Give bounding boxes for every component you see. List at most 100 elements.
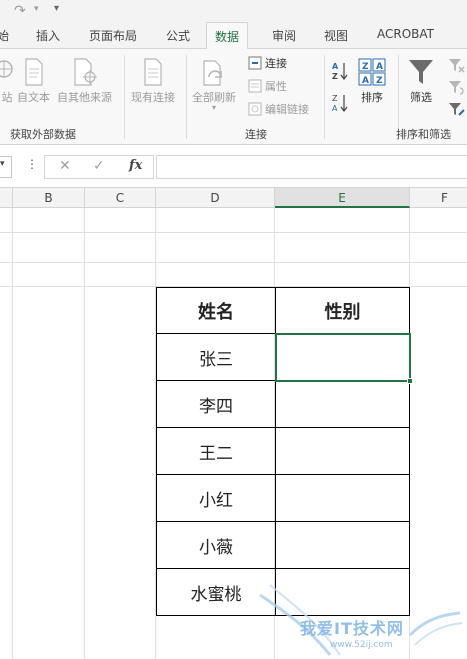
name-cell[interactable]: 李四 (156, 380, 276, 428)
sort-za-icon: Z A (332, 94, 348, 113)
sort-az-icon: A Z (332, 62, 348, 81)
connections-label: 连接 (265, 57, 287, 70)
connections-icon (248, 56, 262, 70)
advanced-filter-icon (449, 103, 465, 116)
column-header-a[interactable] (0, 188, 13, 208)
refresh-all-button[interactable]: 全部刷新 ▾ (192, 57, 236, 112)
text-file-icon (24, 58, 43, 86)
table-row: 李四 (156, 380, 410, 428)
from-text-button[interactable]: 自文本 (17, 57, 50, 105)
quick-access-toolbar: ↷ ▾ ▾ (0, 0, 467, 22)
gridline (12, 208, 13, 659)
tab-formulas[interactable]: 公式 (166, 27, 190, 44)
table-row: 小薇 (156, 521, 410, 569)
svg-text:Z: Z (332, 72, 338, 81)
gender-cell[interactable] (275, 427, 410, 475)
name-cell[interactable]: 小红 (156, 474, 276, 522)
header-cell-name[interactable]: 姓名 (156, 287, 276, 334)
column-header-e[interactable]: E (275, 188, 410, 208)
from-web-button[interactable]: 站 (0, 57, 18, 105)
ribbon-separator (324, 55, 325, 139)
redo-icon[interactable]: ↷ (14, 3, 26, 19)
sort-dialog-icon: Z A A Z (358, 58, 386, 86)
formula-bar: ▾ ⋮ ✕ ✓ fx (0, 146, 467, 188)
edit-links-button[interactable]: 编辑链接 (248, 101, 309, 119)
get-external-data-group-label: 获取外部数据 (10, 128, 76, 141)
properties-icon (248, 79, 262, 93)
svg-text:A: A (362, 76, 369, 86)
ribbon-separator (124, 55, 125, 139)
header-cell-gender[interactable]: 性别 (275, 287, 410, 334)
properties-label: 属性 (265, 80, 287, 93)
web-icon (0, 60, 13, 78)
column-header-d[interactable]: D (156, 188, 275, 208)
tab-page-layout[interactable]: 页面布局 (89, 27, 137, 44)
filter-label: 筛选 (410, 91, 432, 104)
gender-cell[interactable] (275, 380, 410, 428)
svg-text:Z: Z (332, 94, 338, 103)
sort-button[interactable]: Z A A Z 排序 (357, 57, 387, 105)
formula-input[interactable] (156, 155, 467, 179)
redo-dropdown-icon[interactable]: ▾ (34, 4, 39, 14)
sort-label: 排序 (361, 91, 383, 104)
gender-cell[interactable] (275, 521, 410, 569)
name-cell[interactable]: 张三 (156, 333, 276, 381)
enter-icon[interactable]: ✓ (93, 158, 105, 174)
customize-toolbar-icon[interactable]: ▾ (54, 3, 59, 14)
watermark-title: 我爱IT技术网 (300, 619, 404, 638)
sort-az-button[interactable]: A Z (332, 61, 348, 84)
clear-filter-icon (449, 59, 465, 73)
from-other-sources-button[interactable]: 自其他来源 (57, 57, 112, 105)
gender-cell[interactable] (275, 474, 410, 522)
filter-funnel-icon (409, 60, 433, 84)
sort-filter-group-label: 排序和筛选 (396, 128, 451, 141)
table-row: 王二 (156, 427, 410, 475)
svg-text:A: A (332, 62, 339, 71)
gridline (0, 262, 467, 263)
existing-connections-button[interactable]: 现有连接 (131, 57, 175, 105)
ribbon-tabs: 始 插入 页面布局 公式 数据 审阅 视图 ACROBAT (0, 22, 467, 50)
insert-function-icon[interactable]: fx (129, 158, 142, 173)
table-header-row: 姓名 性别 (156, 287, 410, 334)
properties-button[interactable]: 属性 (248, 78, 287, 96)
formula-buttons: ✕ ✓ fx (44, 155, 154, 179)
gridline (0, 232, 467, 233)
advanced-filter-button[interactable] (448, 101, 466, 123)
table-row: 张三 (156, 333, 410, 381)
tab-home[interactable]: 始 (0, 27, 9, 44)
tab-view[interactable]: 视图 (324, 27, 348, 44)
existing-connections-icon (144, 58, 162, 86)
column-header-f[interactable]: F (410, 188, 467, 208)
cancel-icon[interactable]: ✕ (59, 158, 71, 174)
from-web-label: 站 (1, 91, 13, 104)
reapply-filter-button[interactable] (448, 79, 466, 101)
other-sources-icon (73, 58, 97, 86)
column-header-c[interactable]: C (85, 188, 156, 208)
tab-acrobat[interactable]: ACROBAT (377, 27, 434, 41)
tab-data[interactable]: 数据 (206, 22, 249, 50)
column-header-b[interactable]: B (13, 188, 85, 208)
from-text-label: 自文本 (17, 91, 50, 104)
edit-links-label: 编辑链接 (265, 103, 309, 116)
refresh-icon (203, 60, 222, 86)
formula-bar-grip-icon[interactable]: ⋮ (26, 157, 38, 171)
sort-za-button[interactable]: Z A (332, 93, 348, 117)
gender-cell[interactable] (275, 333, 410, 381)
name-cell[interactable]: 王二 (156, 427, 276, 475)
connections-button[interactable]: 连接 (248, 55, 287, 73)
name-box-dropdown-icon[interactable]: ▾ (0, 159, 5, 169)
table-row: 小红 (156, 474, 410, 522)
connections-group-label: 连接 (245, 128, 267, 141)
watermark-url: www.52ij.com (330, 640, 393, 650)
svg-text:A: A (332, 104, 338, 113)
ribbon-separator (186, 55, 187, 139)
gridline (84, 208, 85, 659)
tab-insert[interactable]: 插入 (36, 27, 60, 44)
tab-review[interactable]: 审阅 (272, 27, 296, 44)
clear-filter-button[interactable] (448, 57, 466, 79)
fill-handle[interactable] (407, 378, 413, 384)
reapply-filter-icon (449, 81, 464, 95)
filter-button[interactable]: 筛选 (408, 57, 434, 105)
data-table: 姓名 性别 张三 李四 王二 小红 小薇 水蜜桃 (156, 287, 410, 616)
name-cell[interactable]: 小薇 (156, 521, 276, 569)
